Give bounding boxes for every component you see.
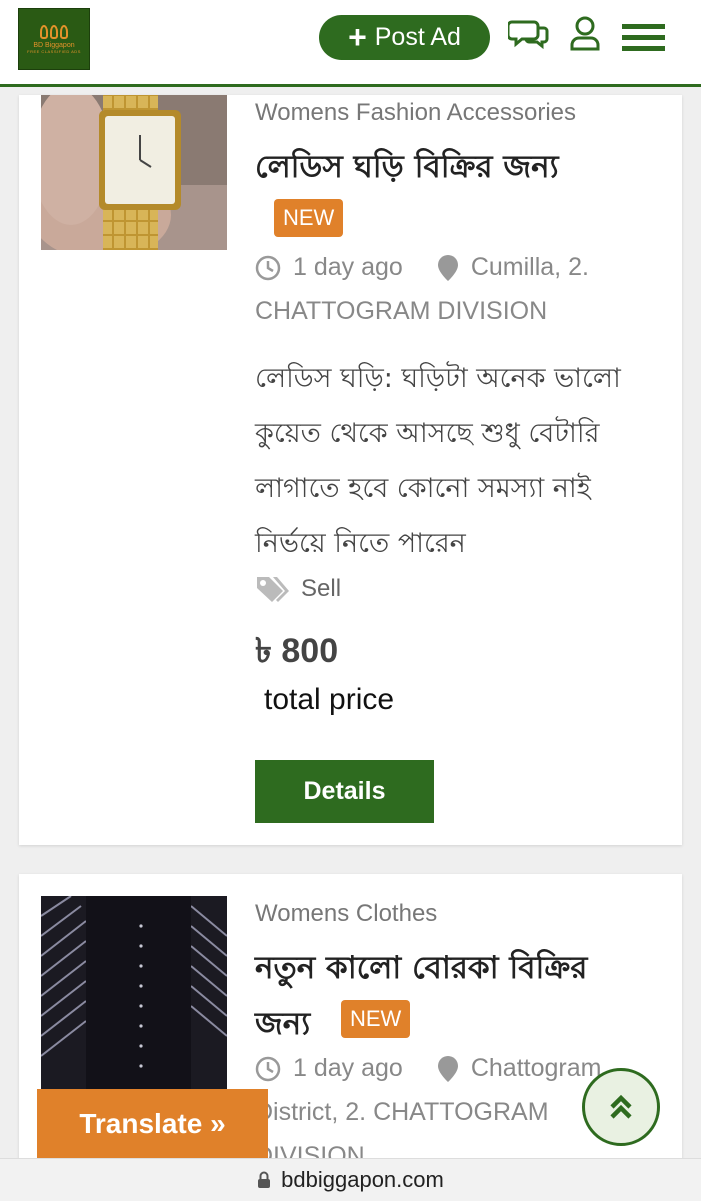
listing-title[interactable]: নতুন কালো বোরকা বিক্রির (255, 944, 587, 996)
double-chevron-up-icon (610, 1094, 632, 1119)
browser-address-bar[interactable]: bdbiggapon.com (0, 1158, 701, 1201)
listing-location-line2[interactable]: District, 2. CHATTOGRAM (255, 1098, 549, 1127)
listing-location[interactable]: Chattogram (471, 1054, 602, 1083)
site-logo[interactable]: BD Biggapon FREE CLASSIFIED ADS (18, 8, 90, 70)
tags-icon (257, 577, 289, 602)
site-header: BD Biggapon FREE CLASSIFIED ADS + Post A… (0, 0, 701, 87)
lock-icon (258, 1171, 271, 1188)
user-icon[interactable] (569, 16, 601, 52)
listing-image-watch[interactable] (41, 95, 227, 250)
scroll-to-top-button[interactable] (582, 1068, 660, 1146)
logo-name: BD Biggapon (33, 41, 75, 49)
description-line: নির্ভয়ে নিতে পারেন (255, 528, 466, 559)
description-line: লাগাতে হবে কোনো সমস্যা নাই (255, 473, 591, 504)
post-ad-button[interactable]: + Post Ad (319, 15, 490, 60)
listing-description: লেডিস ঘড়ি: ঘড়িটা অনেক ভালো কুয়েত থেকে… (255, 351, 665, 571)
listing-card: Womens Fashion Accessories লেডিস ঘড়ি বি… (19, 95, 682, 845)
description-line: লেডিস ঘড়ি: ঘড়িটা অনেক ভালো (255, 363, 621, 394)
location-pin-icon (437, 254, 458, 281)
listing-location-line2[interactable]: CHATTOGRAM DIVISION (255, 297, 547, 326)
listing-tag-row: Sell (255, 575, 341, 603)
listing-time: 1 day ago (293, 1054, 403, 1082)
clock-icon (255, 1056, 281, 1081)
price-note: total price (264, 683, 395, 716)
listing-title-line2[interactable]: জন্য (255, 1000, 310, 1052)
listing-category[interactable]: Womens Fashion Accessories (255, 99, 576, 127)
logo-people-icon (40, 24, 68, 39)
location-pin-icon (437, 1055, 458, 1082)
plus-icon: + (348, 18, 367, 55)
listing-title[interactable]: লেডিস ঘড়ি বিক্রির জন্য (255, 143, 559, 195)
logo-tagline: FREE CLASSIFIED ADS (27, 48, 81, 54)
new-badge: NEW (341, 1000, 411, 1038)
new-badge: NEW (274, 199, 344, 237)
listing-time: 1 day ago (293, 253, 403, 281)
menu-icon[interactable] (622, 22, 665, 54)
listing-price: ৳ 800 (255, 632, 339, 670)
listing-image-burqa[interactable] (41, 896, 227, 1096)
chat-icon[interactable] (508, 18, 550, 52)
clock-icon (255, 255, 281, 280)
translate-button[interactable]: Translate » (37, 1089, 268, 1159)
description-line: কুয়েত থেকে আসছে শুধু বেটারি (255, 418, 600, 449)
listing-meta: 1 day ago Cumilla, 2. (255, 253, 589, 282)
listing-tag[interactable]: Sell (301, 575, 341, 603)
listing-meta: 1 day ago Chattogram (255, 1054, 601, 1083)
details-button[interactable]: Details (255, 760, 434, 823)
listing-category[interactable]: Womens Clothes (255, 900, 437, 928)
post-ad-label: Post Ad (374, 23, 461, 51)
listing-location[interactable]: Cumilla, 2. (471, 253, 589, 282)
url-text: bdbiggapon.com (281, 1167, 444, 1192)
